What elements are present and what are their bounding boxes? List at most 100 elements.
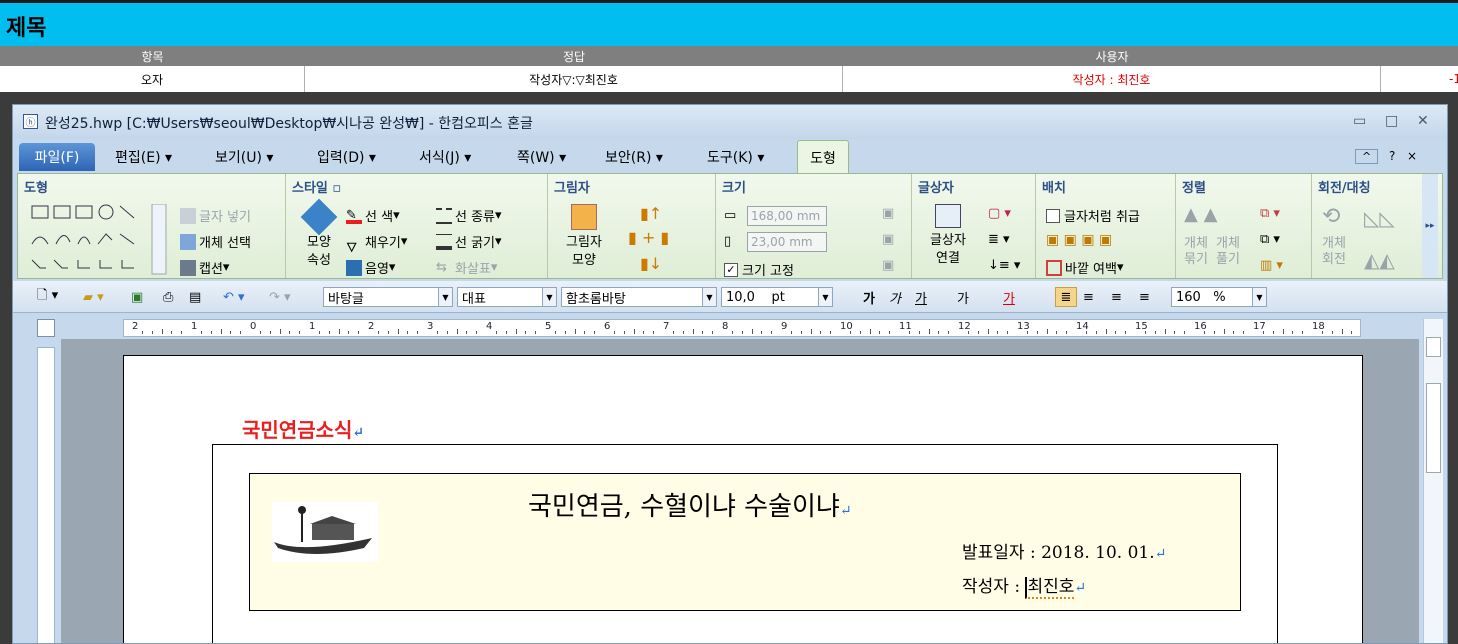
language-select[interactable]: 대표 ▼ xyxy=(457,287,557,307)
wrap-options-icons[interactable]: ▣ ▣ ▣ ▣ xyxy=(1046,232,1112,248)
size-fixed-checkbox[interactable]: ✓ 크기 고정 xyxy=(724,260,794,279)
line-weight-button[interactable]: 선 굵기 ▾ xyxy=(436,232,502,251)
new-doc-icon[interactable]: 🗋 ▾ xyxy=(37,287,58,307)
horizontal-ruler[interactable]: 2 1 0 1 2 3 4 5 6 7 8 9 10 11 12 13 14 15 16 17 18 xyxy=(123,319,1361,337)
menu-tools[interactable]: 도구(K) ▾ xyxy=(707,147,764,167)
treat-as-char-checkbox[interactable]: 글자처럼 취급 xyxy=(1046,206,1140,225)
rotate-object-button[interactable]: 개체 회전 xyxy=(1322,236,1346,268)
ruler-tick xyxy=(259,331,261,334)
line-color-button[interactable]: ✎ 선 색 ▾ xyxy=(346,206,400,225)
ribbon-scroll-right-icon[interactable]: ▸▸ xyxy=(1422,174,1438,278)
mirror-icons[interactable]: ◭◭ xyxy=(1364,248,1395,272)
font-size-field[interactable]: 10,0 pt ▼ xyxy=(721,287,833,307)
line-type-button[interactable]: 선 종류 ▾ xyxy=(436,206,502,225)
ruler-tick xyxy=(1213,331,1215,334)
order-icons[interactable]: ▲ ▲ xyxy=(1184,204,1217,225)
menu-view[interactable]: 보기(U) ▾ xyxy=(215,147,273,167)
style-select[interactable]: 바탕글 ▼ xyxy=(323,287,453,307)
group-objects-button[interactable]: 개체 묶기 xyxy=(1184,236,1208,268)
redo-icon[interactable]: ↷ ▾ xyxy=(269,287,291,307)
distribute-icon[interactable]: ▥ ▾ xyxy=(1260,258,1283,273)
align-front-icon[interactable]: ⧉ ▾ xyxy=(1260,206,1280,221)
textbox-align-icon[interactable]: ≣ ▾ xyxy=(988,232,1010,247)
italic-button[interactable]: 가 xyxy=(889,287,901,307)
strike-button[interactable]: 가 xyxy=(957,287,969,307)
ruler-tick xyxy=(997,331,999,334)
flip-icons[interactable]: ◺◺ xyxy=(1364,206,1395,230)
ruler-tick xyxy=(436,331,438,334)
font-select[interactable]: 함초롬바탕 ▼ xyxy=(561,287,717,307)
ruler-tick xyxy=(1184,331,1186,334)
group-size: 크기 ▭ 168,00 mm ▯ 23,00 mm ✓ 크기 고정 ▣ ▣ ▣ xyxy=(716,174,912,279)
scroll-up-icon[interactable] xyxy=(1426,337,1441,357)
close-ribbon-icon[interactable]: × xyxy=(1407,149,1417,163)
textbox-border-icon[interactable]: ▢ ▾ xyxy=(988,206,1011,221)
fill-button[interactable]: 🜄 채우기 ▾ xyxy=(346,232,407,256)
menu-edit[interactable]: 편집(E) ▾ xyxy=(115,147,172,167)
width-field[interactable]: ▭ 168,00 mm xyxy=(724,206,827,226)
grading-row: 오자 작성자▽:▽최진호 작성자 : 최진호 -1 xyxy=(0,66,1458,92)
menu-file[interactable]: 파일(F) xyxy=(19,143,95,171)
undo-icon[interactable]: ↶ ▾ xyxy=(223,287,245,307)
document-area: 국민연금소식↵ 국민연금, 수혈이냐 수술이냐↵ 발표일자 : 2018. 10… xyxy=(61,339,1419,643)
ruler-tick-label: 1 xyxy=(309,321,316,332)
title-table[interactable]: 국민연금, 수혈이냐 수술이냐↵ 발표일자 : 2018. 10. 01.↵ 작… xyxy=(212,444,1278,643)
ruler-tick xyxy=(466,331,468,334)
same-size-icon[interactable]: ▣ xyxy=(882,206,894,221)
save-icon[interactable]: ▣ xyxy=(131,287,143,307)
ruler-tick xyxy=(289,331,291,334)
ruler-tick-label: 1 xyxy=(191,321,198,332)
shadow-shape-button[interactable]: 그림자 모양 xyxy=(554,204,614,270)
text-color-button[interactable]: 가 xyxy=(1003,287,1015,307)
shadow-up-icon[interactable]: ▮↑ xyxy=(640,204,662,223)
ruler-corner[interactable] xyxy=(37,319,55,337)
line-spacing-field[interactable]: 160 % ▼ xyxy=(1171,287,1267,307)
ruler-tick xyxy=(515,329,517,334)
ruler-tick xyxy=(161,329,163,334)
shadow-down-icon[interactable]: ▮↓ xyxy=(640,254,662,273)
vertical-ruler[interactable] xyxy=(37,347,55,643)
minimize-icon[interactable]: ▭ xyxy=(1353,113,1366,129)
shape-gallery[interactable] xyxy=(30,204,170,276)
vertical-scrollbar[interactable] xyxy=(1423,319,1443,643)
maximize-icon[interactable]: □ xyxy=(1385,113,1398,129)
bold-button[interactable]: 가 xyxy=(863,287,875,307)
rotate-icon[interactable]: ⟲ xyxy=(1322,204,1340,229)
menu-page[interactable]: 쪽(W) ▾ xyxy=(517,147,566,167)
align-center-icon[interactable]: ≡ xyxy=(1111,287,1122,307)
height-field[interactable]: ▯ 23,00 mm xyxy=(724,232,827,252)
print-icon[interactable]: ⎙ xyxy=(163,287,173,307)
ruler-tick-label: 2 xyxy=(132,321,139,332)
caption-button[interactable]: 캡션 ▾ xyxy=(180,258,229,277)
ungroup-objects-button[interactable]: 개체 풀기 xyxy=(1216,236,1240,268)
close-icon[interactable]: ✕ xyxy=(1417,113,1429,129)
outside-margin-button[interactable]: 바깥 여백 ▾ xyxy=(1046,258,1124,277)
justify-icon[interactable]: ≣ xyxy=(1055,287,1077,307)
align-back-icon[interactable]: ⧉ ▾ xyxy=(1260,232,1280,247)
open-icon[interactable]: ▰ ▾ xyxy=(83,287,104,307)
ruler-tick xyxy=(1125,331,1127,334)
textbox-link-button[interactable]: 글상자 연결 xyxy=(918,204,978,268)
same-width-icon[interactable]: ▣ xyxy=(882,232,894,247)
select-object-button[interactable]: 개체 선택 xyxy=(180,232,251,251)
ribbon-collapse-icon[interactable]: ^ xyxy=(1355,149,1379,164)
title-box[interactable]: 국민연금, 수혈이냐 수술이냐↵ 발표일자 : 2018. 10. 01.↵ 작… xyxy=(249,473,1241,611)
menu-input[interactable]: 입력(D) ▾ xyxy=(317,147,376,167)
textbox-direction-icon[interactable]: ↓≡ ▾ xyxy=(988,258,1020,273)
align-right-icon[interactable]: ≡ xyxy=(1139,287,1150,307)
insert-text-button[interactable]: 글자 넣기 xyxy=(180,206,251,225)
document-page[interactable]: 국민연금소식↵ 국민연금, 수혈이냐 수술이냐↵ 발표일자 : 2018. 10… xyxy=(123,355,1363,643)
same-height-icon[interactable]: ▣ xyxy=(882,258,894,273)
align-left-icon[interactable]: ≡ xyxy=(1083,287,1094,307)
underline-button[interactable]: 가 xyxy=(915,287,927,307)
shape-props-button[interactable]: 모양 속성 xyxy=(294,198,344,270)
arrow-button[interactable]: ⇆ 화살표 ▾ xyxy=(436,258,497,278)
menu-security[interactable]: 보안(R) ▾ xyxy=(605,147,663,167)
shade-button[interactable]: 음영 ▾ xyxy=(346,258,395,277)
shadow-move-icon[interactable]: ▮ + ▮ xyxy=(628,228,669,247)
menu-shape[interactable]: 도형 xyxy=(797,140,849,174)
preview-icon[interactable]: ▤ xyxy=(189,287,201,307)
menu-format[interactable]: 서식(J) ▾ xyxy=(419,147,471,167)
help-icon[interactable]: ? xyxy=(1389,149,1395,163)
scroll-thumb[interactable] xyxy=(1426,383,1441,473)
